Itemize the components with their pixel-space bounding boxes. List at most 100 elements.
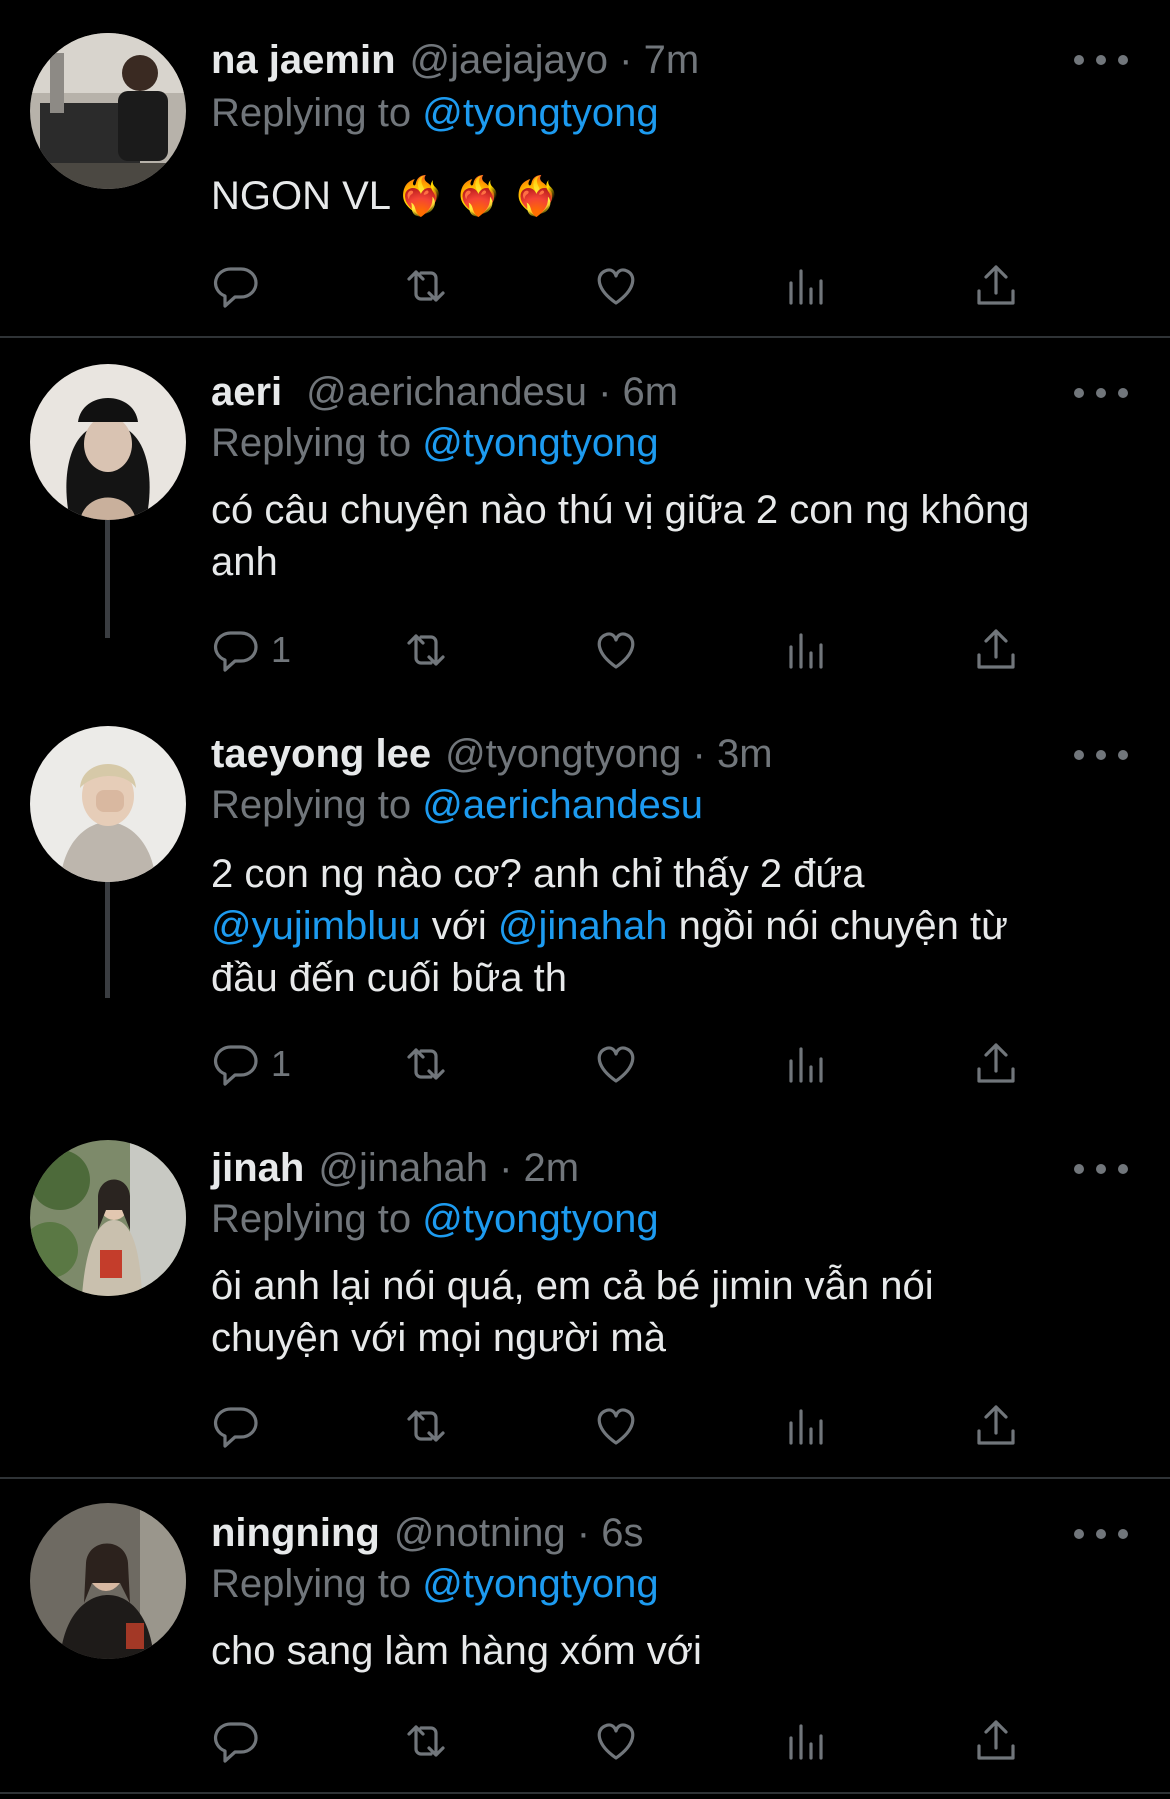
share-button[interactable]	[971, 1034, 1021, 1094]
replying-prefix: Replying to	[211, 1562, 412, 1606]
tweet-text-line: @yujimbluu với @jinahah ngồi nói chuyện …	[211, 900, 1141, 952]
retweet-button[interactable]	[401, 256, 451, 316]
views-button[interactable]	[781, 256, 831, 316]
tweet[interactable]: ningning @notning · 6s Replying to @tyong…	[0, 1479, 1170, 1799]
share-button[interactable]	[971, 256, 1021, 316]
display-name[interactable]: ningning	[211, 1511, 380, 1555]
tweet-text-fragment: ngồi nói chuyện từ	[667, 904, 1008, 948]
views-button[interactable]	[781, 1034, 831, 1094]
user-handle[interactable]: @jinahah	[318, 1146, 488, 1190]
user-handle[interactable]: @jaejajayo	[410, 38, 609, 82]
timestamp[interactable]: 6s	[601, 1511, 643, 1555]
more-options-icon[interactable]	[1074, 740, 1128, 770]
like-button[interactable]	[591, 1396, 641, 1456]
replying-to: Replying to @tyongtyong	[211, 1192, 659, 1246]
reply-button[interactable]	[211, 1396, 261, 1456]
share-button[interactable]	[971, 1711, 1021, 1771]
display-name[interactable]: na jaemin	[211, 38, 396, 82]
tweet-text: ôi anh lại nói quá, em cả bé jimin vẫn n…	[211, 1260, 1141, 1364]
avatar[interactable]	[30, 1503, 186, 1659]
display-name[interactable]: aeri	[211, 370, 282, 414]
replying-to: Replying to @tyongtyong	[211, 416, 659, 470]
user-handle[interactable]: @aerichandesu	[306, 370, 587, 414]
action-bar	[211, 1396, 1041, 1456]
mention-link[interactable]: @tyongtyong	[422, 1197, 658, 1241]
avatar[interactable]	[30, 726, 186, 882]
reply-button[interactable]: 1	[211, 1034, 291, 1094]
replying-prefix: Replying to	[211, 91, 412, 135]
more-options-icon[interactable]	[1074, 1519, 1128, 1549]
heart-on-fire-emoji: ❤️‍🔥 ❤️‍🔥 ❤️‍🔥	[397, 176, 561, 218]
share-icon	[977, 1720, 1015, 1760]
display-name[interactable]: taeyong lee	[211, 732, 431, 776]
mention-link[interactable]: @jinahah	[498, 904, 668, 948]
more-options-icon[interactable]	[1074, 45, 1128, 75]
retweet-button[interactable]	[401, 620, 451, 680]
display-name[interactable]: jinah	[211, 1146, 304, 1190]
mention-link[interactable]: @tyongtyong	[422, 1562, 658, 1606]
avatar-image	[30, 726, 186, 882]
reply-button[interactable]	[211, 256, 261, 316]
timestamp[interactable]: 7m	[644, 38, 700, 82]
retweet-button[interactable]	[401, 1396, 451, 1456]
tweet-header: aeri @aerichandesu · 6m	[211, 362, 678, 422]
tweet[interactable]: jinah @jinahah · 2m Replying to @tyongtyo…	[0, 1114, 1170, 1478]
tweet[interactable]: taeyong lee @tyongtyong · 3m Replying to …	[0, 700, 1170, 1100]
user-handle[interactable]: @notning	[394, 1511, 566, 1555]
avatar[interactable]	[30, 364, 186, 520]
like-button[interactable]	[591, 1711, 641, 1771]
heart-icon	[597, 1408, 635, 1445]
views-button[interactable]	[781, 620, 831, 680]
like-button[interactable]	[591, 256, 641, 316]
retweet-icon	[407, 1048, 445, 1080]
mention-link[interactable]: @aerichandesu	[422, 783, 703, 827]
tweet-text-line: chuyện với mọi người mà	[211, 1316, 666, 1360]
avatar[interactable]	[30, 1140, 186, 1296]
replying-prefix: Replying to	[211, 783, 412, 827]
dot-separator: ·	[692, 732, 706, 776]
replying-to: Replying to @tyongtyong	[211, 1557, 659, 1611]
views-button[interactable]	[781, 1711, 831, 1771]
heart-icon	[597, 1723, 635, 1760]
retweet-icon	[407, 634, 445, 666]
like-button[interactable]	[591, 620, 641, 680]
tweet-header: ningning @notning · 6s	[211, 1503, 644, 1563]
heart-icon	[597, 1046, 635, 1083]
retweet-button[interactable]	[401, 1711, 451, 1771]
action-bar	[211, 1711, 1041, 1771]
tweet-text-line: cho sang làm hàng xóm với	[211, 1629, 702, 1673]
mention-link[interactable]: @tyongtyong	[422, 91, 658, 135]
tweet[interactable]: aeri @aerichandesu · 6m Replying to @tyon…	[0, 338, 1170, 694]
timestamp[interactable]: 6m	[623, 370, 679, 414]
share-button[interactable]	[971, 620, 1021, 680]
share-icon	[977, 1405, 1015, 1445]
more-options-icon[interactable]	[1074, 1154, 1128, 1184]
mention-link[interactable]: @yujimbluu	[211, 904, 421, 948]
reply-icon	[214, 1722, 258, 1763]
bar-chart-icon	[789, 633, 823, 669]
tweet-text-line: anh	[211, 540, 278, 584]
tweet-text-line: 2 con ng nào cơ? anh chỉ thấy 2 đứa	[211, 852, 865, 896]
reply-button[interactable]: 1	[211, 620, 291, 680]
timestamp[interactable]: 3m	[717, 732, 773, 776]
tweet-text-line: đầu đến cuối bữa th	[211, 956, 567, 1000]
avatar-image	[30, 33, 186, 189]
like-button[interactable]	[591, 1034, 641, 1094]
timestamp[interactable]: 2m	[524, 1146, 580, 1190]
share-button[interactable]	[971, 1396, 1021, 1456]
user-handle[interactable]: @tyongtyong	[445, 732, 681, 776]
views-button[interactable]	[781, 1396, 831, 1456]
avatar[interactable]	[30, 33, 186, 189]
retweet-icon	[407, 1410, 445, 1442]
more-options-icon[interactable]	[1074, 378, 1128, 408]
mention-link[interactable]: @tyongtyong	[422, 421, 658, 465]
divider	[0, 1792, 1170, 1794]
share-icon	[977, 265, 1015, 305]
reply-button[interactable]	[211, 1711, 261, 1771]
retweet-button[interactable]	[401, 1034, 451, 1094]
tweet-text-line: có câu chuyện nào thú vị giữa 2 con ng k…	[211, 488, 1030, 532]
reply-icon	[214, 631, 258, 672]
tweet[interactable]: na jaemin @jaejajayo · 7m Replying to @ty…	[0, 0, 1170, 338]
replying-prefix: Replying to	[211, 421, 412, 465]
dot-separator: ·	[576, 1511, 591, 1555]
